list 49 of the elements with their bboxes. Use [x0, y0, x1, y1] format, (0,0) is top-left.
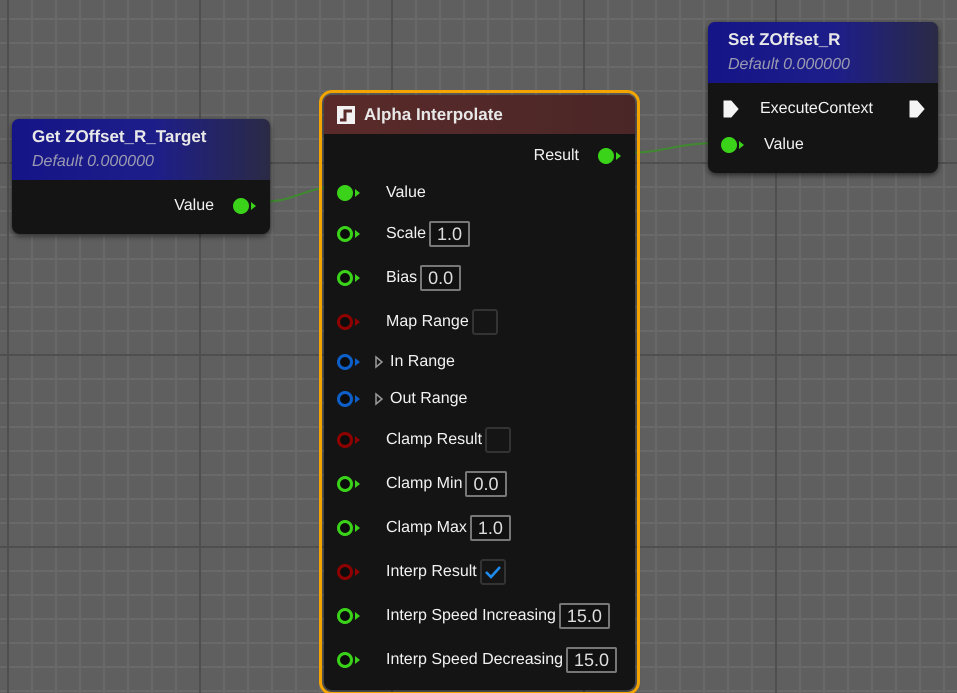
pin-icon[interactable]	[336, 224, 362, 242]
pin-label: Value	[764, 134, 804, 154]
pin-icon[interactable]	[232, 196, 258, 214]
pin-icon[interactable]	[720, 136, 746, 154]
expand-arrow-icon[interactable]	[374, 392, 384, 406]
function-icon	[336, 104, 356, 125]
blueprint-node[interactable]: Set ZOffset_R Default 0.000000 ExecuteContext Value	[708, 22, 938, 172]
value-field[interactable]: 15.0	[558, 602, 610, 628]
node-title: Get ZOffset_R_Target	[32, 126, 208, 148]
exec-pin-icon[interactable]	[908, 98, 926, 118]
pin-icon[interactable]	[336, 606, 362, 624]
checkbox[interactable]	[480, 558, 506, 584]
expand-arrow-icon[interactable]	[374, 355, 384, 369]
blueprint-node[interactable]: Get ZOffset_R_Target Default 0.000000 Value	[12, 119, 270, 234]
pin-label: Interp Speed Decreasing	[386, 650, 563, 670]
value-field[interactable]: 1.0	[470, 514, 511, 540]
pin-icon[interactable]	[336, 268, 362, 286]
pin-label: In Range	[390, 352, 455, 372]
pin-label: Bias	[386, 268, 418, 288]
node-title: Set ZOffset_R	[728, 29, 842, 51]
pin-label: ExecuteContext	[760, 98, 874, 118]
blueprint-node[interactable]: Alpha Interpolate Result Value Scale 1.0 Bias 0.0 Map Range In Range Out Range Clamp Result Clamp Min 0.0 Clamp Max 1.0 Interp Result Interp Speed Increasing 15.0 Interp Speed Decreasing 15.0	[324, 95, 635, 690]
pin-label: Value	[386, 183, 426, 203]
pin-label: Value	[174, 196, 214, 216]
value-field[interactable]: 1.0	[429, 220, 470, 246]
pin-label: Clamp Min	[386, 474, 462, 494]
checkbox[interactable]	[472, 308, 498, 334]
check-icon	[484, 564, 502, 578]
pin-icon[interactable]	[336, 518, 362, 536]
node-title: Alpha Interpolate	[364, 104, 503, 126]
value-field[interactable]: 15.0	[566, 646, 618, 672]
pin-label: Map Range	[386, 312, 469, 332]
value-field[interactable]: 0.0	[420, 264, 462, 290]
pin-label: Clamp Result	[386, 430, 482, 450]
pin-label: Scale	[386, 224, 426, 244]
pin-icon[interactable]	[336, 474, 362, 492]
pin-label: Interp Speed Increasing	[386, 606, 556, 626]
pin-label: Result	[534, 146, 579, 166]
pin-label: Clamp Max	[386, 518, 467, 538]
value-field[interactable]: 0.0	[465, 470, 506, 496]
pin-icon[interactable]	[336, 650, 362, 668]
pin-icon[interactable]	[336, 184, 362, 202]
pin-label: Out Range	[390, 389, 468, 409]
pin-label: Interp Result	[386, 562, 477, 582]
exec-pin-icon[interactable]	[722, 98, 740, 118]
node-subtitle: Default 0.000000	[728, 54, 851, 74]
node-subtitle: Default 0.000000	[32, 152, 155, 172]
checkbox[interactable]	[485, 426, 512, 452]
pin-icon[interactable]	[597, 147, 623, 165]
